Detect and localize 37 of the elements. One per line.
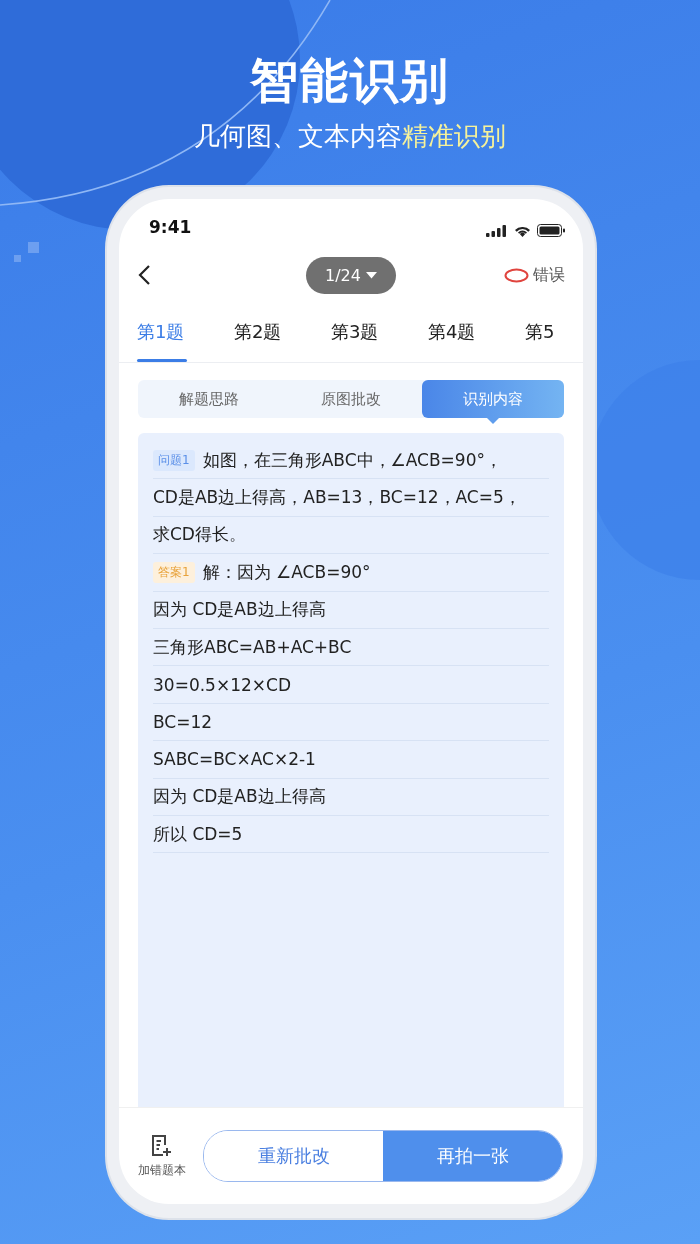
segment-tab[interactable]: 解题思路 (138, 380, 280, 418)
subtitle: 几何图、文本内容 (194, 121, 402, 151)
content-text: 所以 CD=5 (153, 822, 243, 846)
question-tab[interactable]: 第1题 (137, 301, 234, 362)
content-text: 因为 CD是AB边上得高 (153, 598, 326, 622)
content-text: 30=0.5×12×CD (153, 674, 291, 695)
segment-tab[interactable]: 原图批改 (280, 380, 422, 418)
content-text: 求CD得长。 (153, 523, 246, 547)
question-tab[interactable]: 第3题 (331, 301, 428, 362)
subtitle-highlight: 精准识别 (402, 121, 506, 151)
question-tab[interactable]: 第5 (525, 301, 583, 362)
content-text: 解：因为 ∠ACB=90° (202, 560, 371, 584)
battery-icon (537, 224, 565, 237)
signal-icon (486, 224, 508, 237)
caret-icon (365, 271, 377, 279)
content-text: 因为 CD是AB边上得高 (153, 785, 326, 809)
content-text: 如图，在三角形ABC中，∠ACB=90°， (202, 448, 502, 472)
wifi-icon (514, 224, 531, 237)
error-label: 错误 (533, 264, 565, 286)
label-tag: 问题1 (153, 449, 195, 471)
back-icon[interactable] (137, 264, 151, 286)
content-text: BC=12 (153, 711, 213, 732)
document-plus-icon (150, 1133, 174, 1158)
page-selector[interactable]: 1/24 (306, 256, 396, 294)
question-tab[interactable]: 第2题 (234, 301, 331, 362)
content-text: 三角形ABC=AB+AC+BC (153, 635, 352, 659)
segment-tab[interactable]: 识别内容 (422, 380, 564, 418)
label-tag: 答案1 (153, 561, 195, 583)
pointer-triangle (487, 418, 499, 424)
oval-icon (504, 267, 529, 283)
content-text: SABC=BC×AC×2-1 (153, 749, 316, 770)
question-tab[interactable]: 第4题 (428, 301, 525, 362)
content-text: CD是AB边上得高，AB=13，BC=12，AC=5， (153, 486, 521, 510)
action-button[interactable]: 再拍一张 (383, 1131, 562, 1181)
status-time: 9:41 (149, 217, 192, 237)
add-to-wrong-book-button[interactable]: 加错题本 (135, 1133, 189, 1179)
headline: 智能识别 (249, 51, 451, 110)
